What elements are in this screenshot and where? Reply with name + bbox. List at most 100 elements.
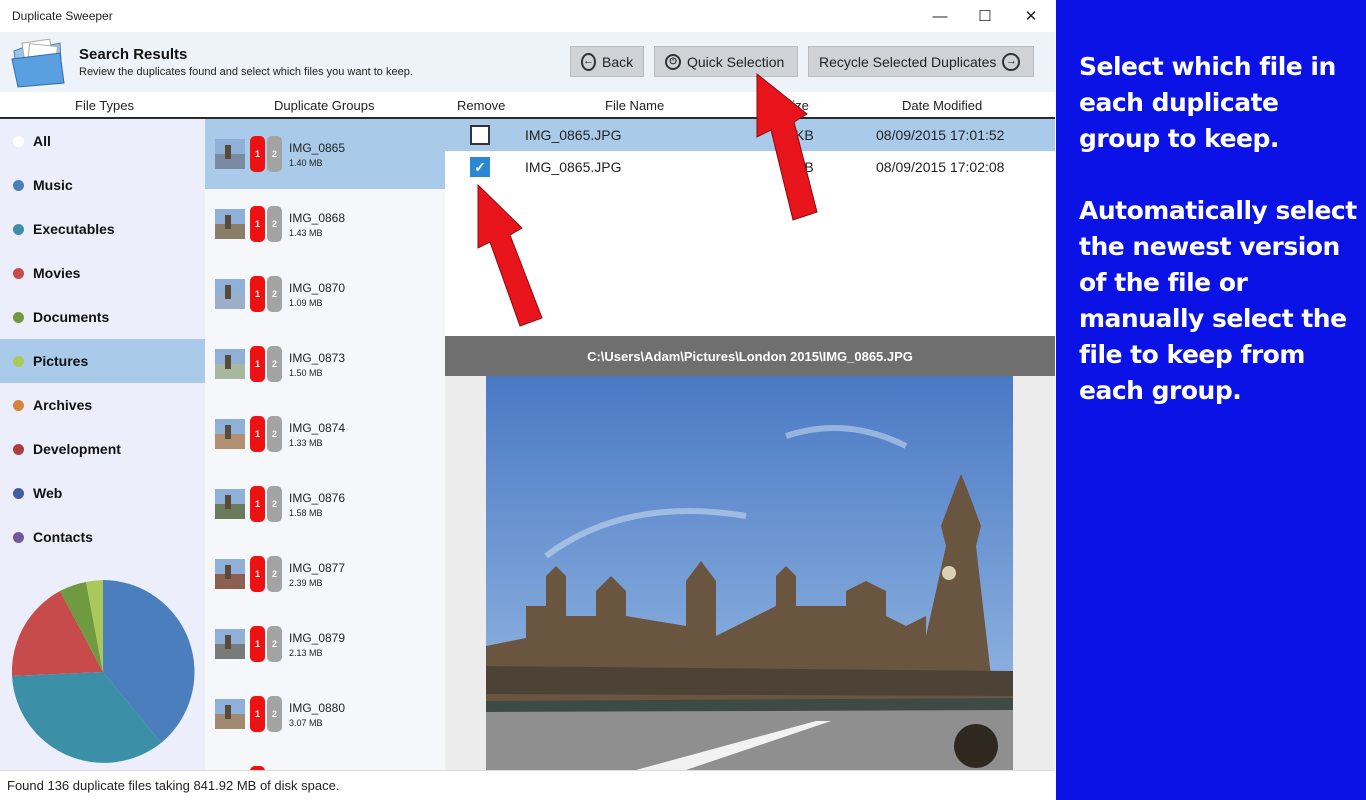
- group-name: IMG_0877: [289, 561, 346, 575]
- category-label: Documents: [33, 309, 110, 325]
- col-date-modified[interactable]: Date Modified: [902, 98, 982, 113]
- window-title: Duplicate Sweeper: [12, 9, 113, 23]
- copy-badge-2: 2: [267, 696, 282, 732]
- group-size: 3.07 MB: [289, 718, 323, 728]
- duplicate-group-row[interactable]: [205, 749, 445, 770]
- category-pictures[interactable]: Pictures: [0, 339, 205, 383]
- copy-badge-2: 2: [267, 416, 282, 452]
- promo-text-2: Automatically select the newest version …: [1079, 196, 1357, 405]
- duplicate-group-row[interactable]: 1 2 IMG_0880 3.07 MB: [205, 679, 445, 749]
- category-label: Archives: [33, 397, 93, 413]
- category-executables[interactable]: Executables: [0, 207, 205, 251]
- back-button[interactable]: ← Back: [570, 46, 644, 77]
- col-file-name[interactable]: File Name: [605, 98, 664, 113]
- category-dot: [13, 443, 24, 455]
- image-thumbnail-icon: [215, 559, 245, 589]
- preview-path: C:\Users\Adam\Pictures\London 2015\IMG_0…: [445, 336, 1055, 376]
- group-name: IMG_0873: [289, 351, 346, 365]
- group-size: 1.09 MB: [289, 298, 323, 308]
- group-name: IMG_0874: [289, 421, 346, 435]
- remove-checkbox[interactable]: ✓: [470, 157, 490, 177]
- duplicate-group-row[interactable]: 1 2 IMG_0868 1.43 MB: [205, 189, 445, 259]
- file-date: 08/09/2015 17:01:52: [876, 127, 1005, 143]
- duplicate-group-row[interactable]: 1 2 IMG_0873 1.50 MB: [205, 329, 445, 399]
- copy-badge-2: 2: [267, 136, 282, 172]
- category-contacts[interactable]: Contacts: [0, 515, 205, 559]
- duplicate-group-row[interactable]: 1 2 IMG_0870 1.09 MB: [205, 259, 445, 329]
- image-thumbnail-icon: [215, 349, 245, 379]
- group-size: 1.50 MB: [289, 368, 323, 378]
- copy-badge-1: 1: [250, 136, 265, 172]
- status-bar: Found 136 duplicate files taking 841.92 …: [0, 770, 1055, 800]
- copy-badge-2: 2: [267, 556, 282, 592]
- close-icon: ✕: [1024, 8, 1038, 25]
- copy-badge-1: 1: [250, 416, 265, 452]
- category-dot: [13, 135, 24, 147]
- page-title: Search Results: [79, 46, 188, 63]
- category-dot: [13, 531, 24, 543]
- category-label: All: [33, 133, 51, 149]
- copy-badge-2: 2: [267, 276, 282, 312]
- copy-badge-1: 1: [250, 276, 265, 312]
- minimize-button[interactable]: —: [917, 0, 963, 32]
- annotation-arrow-quick-selection: [756, 72, 818, 221]
- remove-checkbox[interactable]: [470, 125, 490, 145]
- close-button[interactable]: ✕: [1008, 0, 1054, 32]
- duplicate-group-row[interactable]: 1 2 IMG_0874 1.33 MB: [205, 399, 445, 469]
- group-name: IMG_0865: [289, 141, 346, 155]
- category-dot: [13, 267, 24, 279]
- group-name: IMG_0868: [289, 211, 346, 225]
- copy-badge-1: 1: [250, 556, 265, 592]
- duplicate-group-row[interactable]: 1 2 IMG_0876 1.58 MB: [205, 469, 445, 539]
- promo-panel: Select which file in each duplicate grou…: [1056, 0, 1366, 800]
- duplicate-group-row[interactable]: 1 2 IMG_0877 2.39 MB: [205, 539, 445, 609]
- col-remove[interactable]: Remove: [457, 98, 505, 113]
- category-documents[interactable]: Documents: [0, 295, 205, 339]
- category-all[interactable]: All: [0, 119, 205, 163]
- maximize-button[interactable]: ☐: [962, 0, 1008, 32]
- group-size: 1.58 MB: [289, 508, 323, 518]
- category-archives[interactable]: Archives: [0, 383, 205, 427]
- column-header-row: File Types Duplicate Groups Remove File …: [0, 92, 1055, 119]
- copy-badge-1: 1: [250, 206, 265, 242]
- group-name: IMG_0876: [289, 491, 346, 505]
- recycle-selected-button[interactable]: Recycle Selected Duplicates →: [808, 46, 1034, 77]
- file-date: 08/09/2015 17:02:08: [876, 159, 1005, 175]
- image-thumbnail-icon: [215, 209, 245, 239]
- copy-badge-1: 1: [250, 346, 265, 382]
- group-name: IMG_0879: [289, 631, 346, 645]
- page-subtitle: Review the duplicates found and select w…: [79, 66, 413, 78]
- category-movies[interactable]: Movies: [0, 251, 205, 295]
- copy-badge-2: 2: [267, 346, 282, 382]
- category-label: Contacts: [33, 529, 93, 545]
- file-name: IMG_0865.JPG: [525, 159, 622, 175]
- group-name: IMG_0880: [289, 701, 346, 715]
- category-development[interactable]: Development: [0, 427, 205, 471]
- arrow-right-icon: →: [1002, 52, 1021, 71]
- minimize-icon: —: [932, 7, 948, 25]
- group-size: 1.33 MB: [289, 438, 323, 448]
- duplicate-group-row[interactable]: 1 2 IMG_0865 1.40 MB: [205, 119, 445, 189]
- copy-badge-2: 2: [267, 486, 282, 522]
- category-label: Music: [33, 177, 73, 193]
- image-thumbnail-icon: [215, 489, 245, 519]
- category-music[interactable]: Music: [0, 163, 205, 207]
- image-preview: [445, 376, 1055, 770]
- col-duplicate-groups[interactable]: Duplicate Groups: [274, 98, 374, 113]
- maximize-icon: ☐: [978, 8, 992, 25]
- col-file-types[interactable]: File Types: [75, 98, 134, 113]
- group-size: 1.40 MB: [289, 158, 323, 168]
- category-label: Executables: [33, 221, 115, 237]
- category-dot: [13, 355, 24, 367]
- copy-badge-2: 2: [267, 206, 282, 242]
- category-web[interactable]: Web: [0, 471, 205, 515]
- file-name: IMG_0865.JPG: [525, 127, 622, 143]
- category-label: Movies: [33, 265, 81, 281]
- category-label: Web: [33, 485, 63, 501]
- title-bar: Duplicate Sweeper — ☐ ✕: [0, 0, 1055, 32]
- copy-badge-1: 1: [250, 486, 265, 522]
- category-dot: [13, 223, 24, 235]
- duplicate-group-row[interactable]: 1 2 IMG_0879 2.13 MB: [205, 609, 445, 679]
- folder-icon: [11, 38, 65, 88]
- image-thumbnail-icon: [215, 629, 245, 659]
